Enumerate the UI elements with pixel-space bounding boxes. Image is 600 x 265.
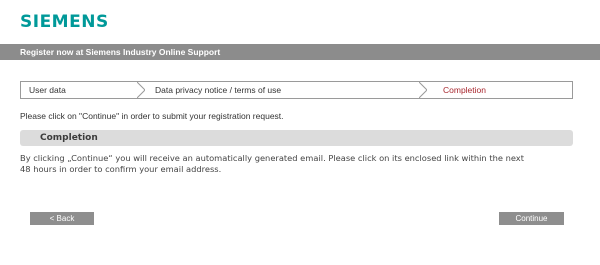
step-separator-chevron-icon [137, 82, 145, 98]
page-header-bar: Register now at Siemens Industry Online … [0, 44, 600, 60]
step-separator-chevron-icon [419, 82, 427, 98]
back-button[interactable]: < Back [30, 212, 94, 225]
registration-progress-steps: User data Data privacy notice / terms of… [20, 81, 573, 99]
section-title: Completion [20, 130, 573, 146]
message-line: By clicking „Continue“ you will receive … [20, 153, 524, 163]
confirmation-message: By clicking „Continue“ you will receive … [20, 153, 575, 175]
step-data-privacy: Data privacy notice / terms of use [155, 85, 282, 95]
step-completion-active: Completion [443, 85, 486, 95]
continue-button[interactable]: Continue [499, 212, 564, 225]
instruction-text: Please click on "Continue" in order to s… [20, 111, 284, 121]
step-user-data: User data [29, 85, 66, 95]
message-line: 48 hours in order to confirm your email … [20, 164, 222, 174]
siemens-logo: SIEMENS [20, 12, 109, 32]
